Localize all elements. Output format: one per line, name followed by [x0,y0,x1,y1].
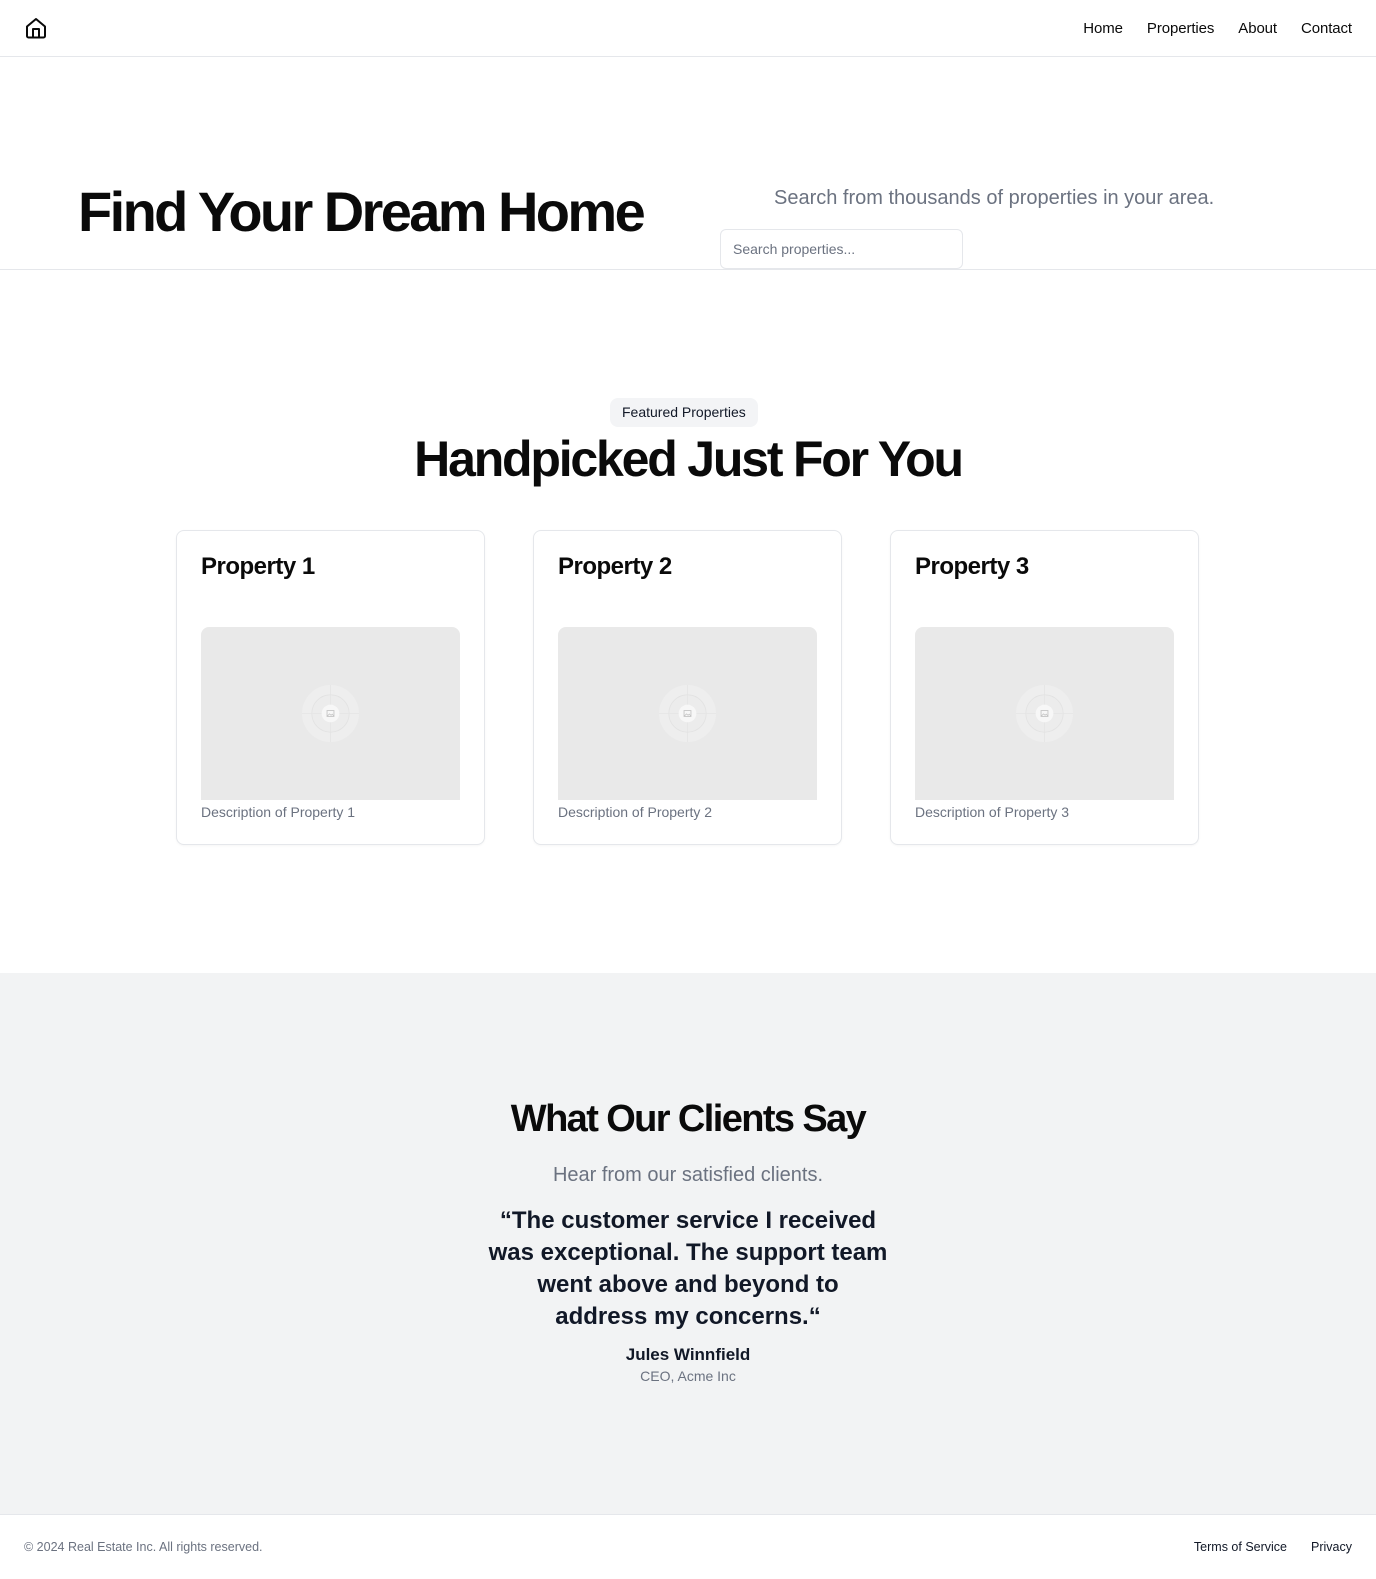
testimonials-section: What Our Clients Say Hear from our satis… [0,973,1376,1515]
site-header: Home Properties About Contact [0,0,1376,57]
terms-link[interactable]: Terms of Service [1194,1538,1287,1556]
search-input[interactable] [720,229,963,269]
home-icon[interactable] [24,16,48,40]
main-nav: Home Properties About Contact [1083,0,1352,56]
property-description: Description of Property 2 [558,804,713,820]
property-description: Description of Property 3 [915,804,1070,820]
image-placeholder-icon [301,684,360,743]
property-title: Property 1 [201,553,315,580]
nav-link-properties[interactable]: Properties [1147,20,1214,37]
nav-link-about[interactable]: About [1238,20,1277,37]
property-image [915,627,1174,800]
nav-link-home[interactable]: Home [1083,20,1123,37]
testimonial-quote: “The customer service I received was exc… [488,1207,888,1330]
testimonials-subtitle: Hear from our satisfied clients. [552,1164,824,1186]
property-image [558,627,817,800]
featured-title: Handpicked Just For You [414,431,964,487]
site-footer: © 2024 Real Estate Inc. All rights reser… [0,1516,1376,1579]
testimonial-author: Jules Winnfield [625,1345,751,1364]
image-placeholder-icon [1015,684,1074,743]
property-description: Description of Property 1 [201,804,356,820]
hero-subtitle: Search from thousands of properties in y… [774,187,1215,209]
property-title: Property 2 [558,553,672,580]
property-title: Property 3 [915,553,1029,580]
hero-title: Find Your Dream Home [78,180,646,243]
property-image [201,627,460,800]
featured-badge: Featured Properties [610,398,758,427]
privacy-link[interactable]: Privacy [1311,1538,1352,1556]
hero-section: Find Your Dream Home Search from thousan… [0,57,1376,270]
property-card[interactable]: Property 1 Description of Property 1 [176,530,485,845]
footer-links: Terms of Service Privacy [1194,1538,1352,1556]
property-card[interactable]: Property 2 Description of Property 2 [533,530,842,845]
testimonials-title: What Our Clients Say [510,1098,867,1140]
property-card[interactable]: Property 3 Description of Property 3 [890,530,1199,845]
testimonial-role: CEO, Acme Inc [640,1368,736,1384]
image-placeholder-icon [658,684,717,743]
property-list: Property 1 Description of Property 1 Pro… [176,530,1199,845]
nav-link-contact[interactable]: Contact [1301,20,1352,37]
copyright-text: © 2024 Real Estate Inc. All rights reser… [24,1540,263,1554]
